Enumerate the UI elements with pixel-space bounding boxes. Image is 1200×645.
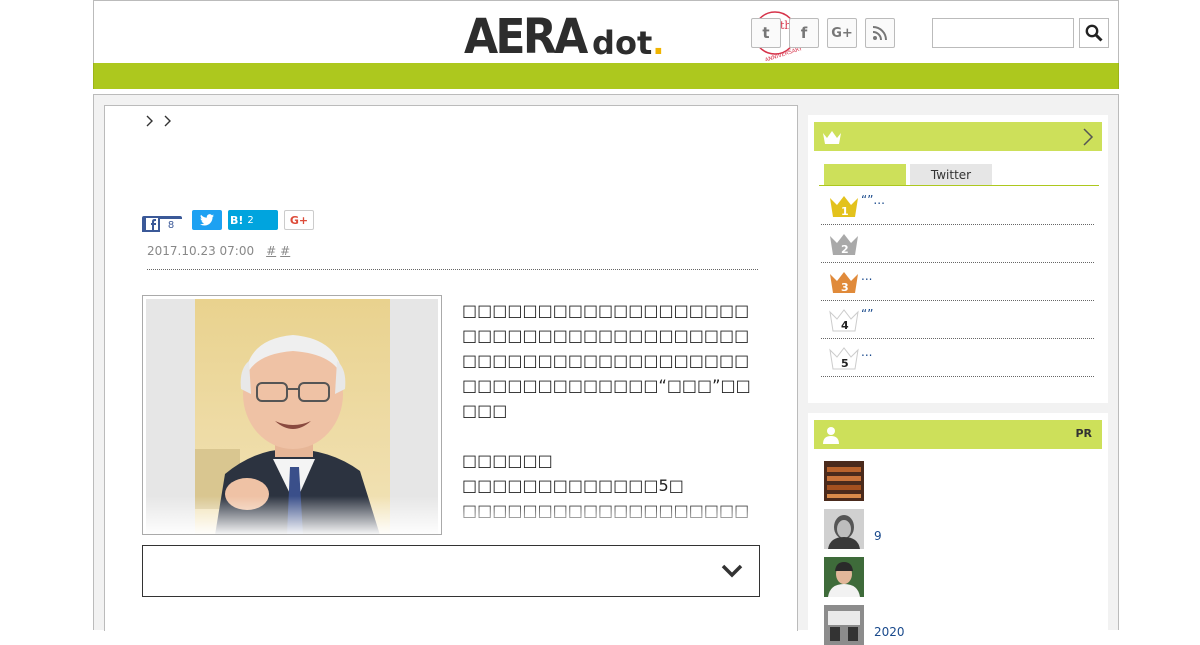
tab-twitter-ranking[interactable]: Twitter — [910, 164, 992, 185]
article-tag-link[interactable]: # — [280, 244, 290, 269]
ranking-widget: Twitter 1 “”... 2 3 ... 4 “” 5 ... — [808, 115, 1108, 403]
rank-number: 4 — [841, 319, 849, 332]
logo-dot-text: dot. — [592, 25, 664, 61]
googleplus-link[interactable]: G+ — [827, 18, 857, 48]
ranking-title: ... — [861, 345, 873, 359]
read-more-button[interactable] — [142, 545, 760, 597]
site-wrapper: AERA dot. 5 th ANNIVERSARY t f G+ — [93, 0, 1119, 645]
pr-text: 2020 — [874, 625, 905, 639]
twitter-link[interactable]: t — [751, 18, 781, 48]
pr-item[interactable]: 9 — [824, 509, 1094, 549]
search-button[interactable] — [1079, 18, 1109, 48]
body-paragraph: □□□□□□□□□□□□□□□□□□□□□□□□□□□□□□□□□□□□□□□□… — [462, 301, 751, 420]
silver-crown-icon: 2 — [830, 234, 858, 256]
site-header: AERA dot. 5 th ANNIVERSARY t f G+ — [93, 0, 1119, 64]
facebook-share-button[interactable]: 8 — [142, 216, 182, 232]
chevron-right-icon — [164, 115, 171, 127]
twitter-bird-icon — [200, 214, 214, 226]
ranking-item[interactable]: 1 “”... — [821, 187, 1094, 225]
googleplus-icon: G+ — [831, 25, 853, 41]
search-icon — [1085, 24, 1103, 42]
global-nav-bar — [93, 63, 1119, 89]
chevron-right-icon[interactable] — [1082, 127, 1094, 147]
article-photo — [142, 295, 442, 535]
rss-link[interactable] — [865, 18, 895, 48]
facebook-share-count: 8 — [160, 219, 182, 232]
body-paragraph: □□□□□□□□□□□□□5□ — [462, 476, 684, 495]
crown-icon — [823, 130, 841, 144]
article-meta: 2017.10.23 07:00 # # — [147, 244, 758, 270]
hatena-bookmark-button[interactable]: B! 2 — [228, 210, 278, 230]
photo-fade-overlay — [143, 496, 441, 534]
main-container: 8 B! 2 G+ 2017.10.23 07:00 # # □□□□□□□□□… — [93, 94, 1119, 645]
article-date: 2017.10.23 07:00 — [147, 244, 255, 258]
facebook-icon — [146, 218, 158, 230]
gold-crown-icon: 1 — [830, 196, 858, 218]
rank-number: 5 — [841, 357, 849, 370]
hatena-bookmark-count: 2 — [247, 214, 254, 226]
pr-text: 9 — [874, 529, 882, 543]
facebook-link[interactable]: f — [789, 18, 819, 48]
ranking-item[interactable]: 2 — [821, 225, 1094, 263]
pr-thumbnail-woman — [824, 509, 864, 549]
body-spacer — [462, 423, 762, 448]
breadcrumb — [143, 114, 175, 128]
pr-label: PR — [1075, 427, 1092, 440]
pr-item[interactable] — [824, 461, 1094, 501]
hatena-icon: B! — [230, 213, 244, 227]
ranking-title: “” — [861, 307, 874, 321]
search-input[interactable] — [932, 18, 1074, 48]
googleplus-icon: G+ — [289, 213, 309, 227]
rank-number: 2 — [841, 243, 849, 256]
ranking-item[interactable]: 5 ... — [821, 339, 1094, 377]
logo-dot-period: . — [652, 24, 665, 62]
twitter-share-button[interactable] — [192, 210, 222, 230]
pr-thumbnail-person — [824, 557, 864, 597]
pr-widget: PR 9 2020 — [808, 413, 1108, 645]
rank-number: 3 — [841, 281, 849, 294]
googleplus-share-button[interactable]: G+ — [284, 210, 314, 230]
crown-outline-icon: 4 — [829, 309, 859, 332]
twitter-icon: t — [762, 24, 770, 42]
chevron-right-icon — [146, 115, 153, 127]
article-tag-link[interactable]: # — [266, 244, 276, 269]
logo-dot-word: dot — [592, 24, 653, 62]
person-icon — [823, 426, 839, 444]
ranking-title: “”... — [861, 193, 885, 207]
pr-thumbnail-table — [824, 605, 864, 645]
ranking-tabs: Twitter — [819, 163, 1099, 186]
article-body: □□□□□□□□□□□□□□□□□□□□□□□□□□□□□□□□□□□□□□□□… — [462, 298, 762, 528]
logo-aera-text: AERA — [464, 9, 588, 65]
bronze-crown-icon: 3 — [830, 272, 858, 294]
tab-access-ranking[interactable] — [824, 164, 906, 185]
rank-number: 1 — [841, 205, 849, 218]
rss-icon — [872, 26, 887, 41]
pr-item[interactable]: 2020 — [824, 605, 1094, 645]
crown-outline-icon: 5 — [829, 347, 859, 370]
ranking-header — [814, 122, 1102, 151]
facebook-icon: f — [800, 24, 808, 42]
ranking-item[interactable]: 4 “” — [821, 301, 1094, 339]
ranking-title: ... — [861, 269, 873, 283]
pr-item[interactable] — [824, 557, 1094, 597]
body-paragraph: □□□□□□ — [462, 451, 553, 470]
pr-thumbnail-yakitori — [824, 461, 864, 501]
article-panel: 8 B! 2 G+ 2017.10.23 07:00 # # □□□□□□□□□… — [104, 105, 798, 631]
body-fade-overlay — [462, 501, 762, 533]
pr-header: PR — [814, 420, 1102, 449]
ranking-item[interactable]: 3 ... — [821, 263, 1094, 301]
chevron-down-icon — [721, 564, 743, 578]
site-logo[interactable]: AERA dot. 5 th ANNIVERSARY — [464, 7, 804, 65]
